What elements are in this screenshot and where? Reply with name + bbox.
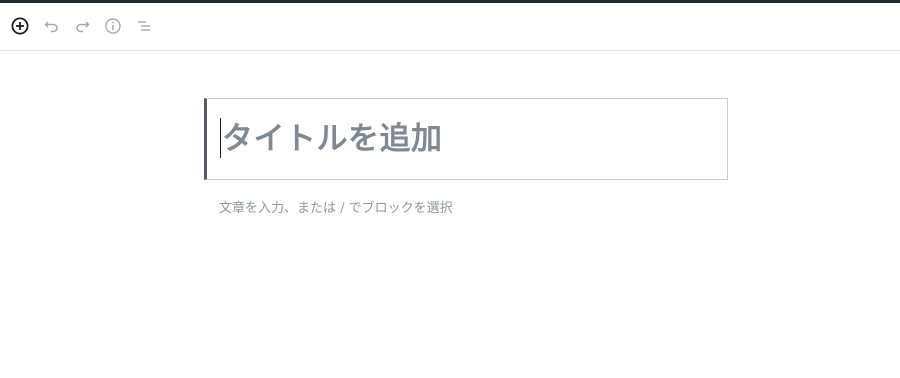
redo-button[interactable] [71,15,93,37]
outline-button[interactable] [133,15,155,37]
post-title-field[interactable]: タイトルを追加 [204,98,728,180]
body-placeholder[interactable]: 文章を入力、または / でブロックを選択 [219,197,453,216]
info-icon [105,18,121,34]
add-block-icon [11,17,29,35]
editor-canvas: タイトルを追加 文章を入力、または / でブロックを選択 [0,52,900,378]
undo-icon [44,21,58,33]
details-button[interactable] [102,15,124,37]
undo-button[interactable] [41,15,63,37]
redo-icon [76,21,90,33]
add-block-button[interactable] [9,15,31,37]
outline-icon [138,21,150,31]
editor-toolbar [0,3,900,51]
title-placeholder: タイトルを追加 [222,121,443,157]
text-caret [220,118,221,158]
